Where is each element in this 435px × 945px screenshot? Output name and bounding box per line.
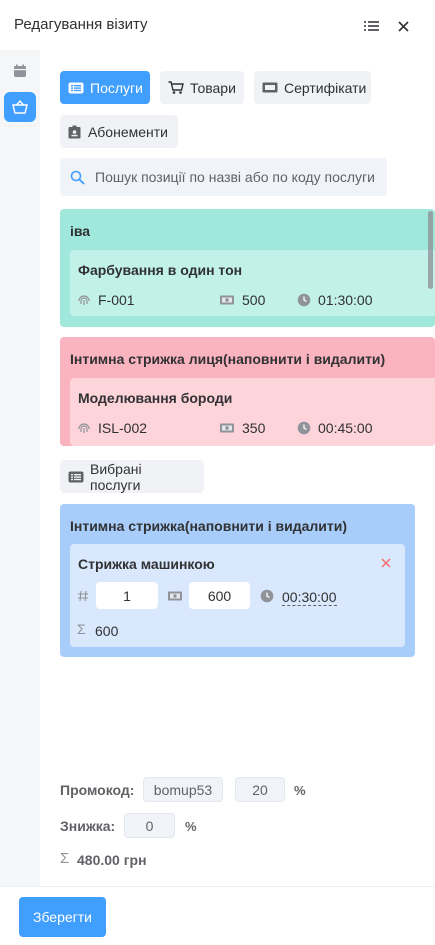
service-price: 500 — [219, 292, 265, 308]
category-card: іва Фарбування в один тон F-001 500 01:3… — [60, 209, 435, 327]
tab-goods[interactable]: Товари — [160, 71, 244, 104]
service-code-value: F-001 — [98, 292, 135, 308]
sum-icon: Σ — [77, 621, 86, 637]
basket-icon[interactable] — [4, 92, 36, 122]
badge-icon — [68, 125, 82, 138]
service-duration: 01:30:00 — [297, 292, 373, 308]
promo-code-field[interactable]: bomup53 — [143, 777, 223, 802]
tab-services[interactable]: Послуги — [60, 71, 150, 104]
price-field[interactable]: 600 — [189, 582, 250, 609]
service-duration-value: 00:45:00 — [318, 420, 373, 436]
tab-certificates[interactable]: Сертифікати — [254, 71, 371, 104]
search-bar — [60, 158, 387, 196]
dialog-footer: Зберегти — [0, 886, 435, 945]
category-card: Інтимна стрижка лиця(наповнити і видалит… — [60, 337, 435, 446]
service-duration: 00:45:00 — [297, 420, 373, 436]
grand-total: 480.00 грн — [77, 852, 147, 868]
service-price: 350 — [219, 420, 265, 436]
scrollbar-thumb[interactable] — [428, 211, 433, 289]
selected-services-label: Вибрані послуги — [90, 460, 142, 493]
selected-category-title: Інтимна стрижка(наповнити і видалити) — [70, 518, 348, 534]
duration-field[interactable]: 00:30:00 — [282, 589, 337, 606]
fingerprint-icon — [77, 421, 91, 435]
tab-subscriptions[interactable]: Абонементи — [60, 115, 178, 148]
service-code: F-001 — [77, 292, 135, 308]
service-item[interactable]: Фарбування в один тон F-001 500 01:30:00 — [70, 250, 435, 316]
side-rail — [0, 50, 40, 886]
discount-field[interactable]: 0 — [124, 813, 175, 838]
certificate-icon — [262, 82, 278, 94]
quantity-icon — [77, 590, 89, 602]
list-box-icon — [68, 82, 84, 94]
cart-icon — [168, 81, 184, 94]
money-icon — [167, 590, 183, 602]
promo-percent-toggle[interactable]: % — [294, 783, 306, 798]
dialog-title: Редагування візиту — [14, 16, 148, 33]
quantity-field[interactable]: 1 — [96, 582, 158, 609]
service-duration-value: 01:30:00 — [318, 292, 373, 308]
money-icon — [219, 422, 235, 434]
search-input[interactable] — [95, 169, 385, 185]
list-icon[interactable] — [364, 20, 379, 34]
promo-value-field[interactable]: 20 — [235, 777, 285, 802]
tab-services-label: Послуги — [90, 79, 143, 96]
tab-subscriptions-label: Абонементи — [87, 123, 168, 140]
discount-percent-toggle[interactable]: % — [185, 819, 197, 834]
fingerprint-icon — [77, 293, 91, 307]
promo-label: Промокод: — [60, 782, 135, 798]
category-title: іва — [70, 223, 91, 239]
selected-services-header: Вибрані послуги — [60, 460, 204, 493]
category-title: Інтимна стрижка лиця(наповнити і видалит… — [70, 351, 386, 367]
tab-goods-label: Товари — [190, 79, 236, 96]
save-button[interactable]: Зберегти — [19, 897, 106, 937]
clock-icon — [297, 293, 311, 307]
search-icon — [70, 170, 85, 185]
item-total: 600 — [95, 623, 119, 639]
selected-service-name: Стрижка машинкою — [78, 556, 215, 572]
service-name: Фарбування в один тон — [78, 262, 243, 278]
service-code-value: ISL-002 — [98, 420, 148, 436]
service-price-value: 500 — [242, 292, 266, 308]
service-item[interactable]: Моделювання бороди ISL-002 350 00:45:00 — [70, 378, 435, 446]
clock-icon — [297, 421, 311, 435]
clock-icon — [260, 589, 274, 603]
service-name: Моделювання бороди — [78, 390, 233, 406]
main-panel: Послуги Товари Сертифікати Абонементи ів… — [40, 50, 435, 886]
service-price-value: 350 — [242, 420, 266, 436]
money-icon — [219, 294, 235, 306]
tab-certificates-label: Сертифікати — [284, 79, 367, 96]
selected-category-card: Інтимна стрижка(наповнити і видалити) Ст… — [60, 504, 415, 657]
calendar-icon[interactable] — [4, 56, 36, 86]
close-icon[interactable] — [398, 20, 409, 34]
discount-label: Знижка: — [60, 818, 116, 834]
selected-service-item: Стрижка машинкою 1 600 00:30:00 Σ 600 — [70, 544, 405, 647]
list-box-icon — [68, 471, 84, 483]
service-code: ISL-002 — [77, 420, 147, 436]
dialog-header: Редагування візиту — [0, 0, 435, 50]
sum-icon: Σ — [60, 850, 70, 867]
remove-icon[interactable] — [381, 558, 391, 568]
